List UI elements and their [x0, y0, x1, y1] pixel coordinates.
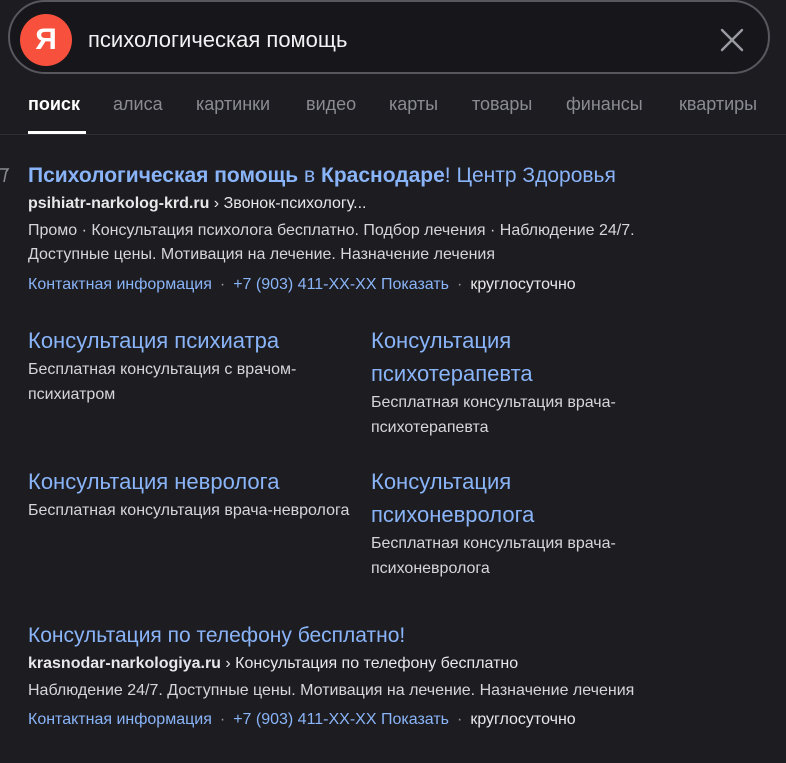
phone-show-link[interactable]: +7 (903) 411-XX-XX Показать — [233, 711, 449, 728]
result-domain-link[interactable]: psihiatr-narkolog-krd.ru — [28, 195, 209, 212]
result-description-line1: Промо · Консультация психолога бесплатно… — [28, 222, 635, 239]
close-icon — [720, 28, 744, 52]
contact-info-link[interactable]: Контактная информация — [28, 276, 212, 293]
contact-info-link[interactable]: Контактная информация — [28, 711, 212, 728]
separator-dot: · — [219, 711, 226, 728]
yandex-logo[interactable]: Я — [20, 14, 72, 66]
active-tab-indicator — [28, 131, 86, 134]
separator-dot: · — [456, 711, 463, 728]
sitelink-psychoneurologist: Консультация психоневролога Бесплатная к… — [371, 465, 671, 581]
result-description-line2: Доступные цены. Мотивация на лечение. На… — [28, 246, 496, 263]
search-bar: Я — [8, 0, 770, 74]
search-tabs: поиск алиса картинки видео карты товары … — [0, 88, 786, 135]
result-title-link[interactable]: Психологическая помощь в Краснодаре! Цен… — [28, 164, 616, 188]
tab-images[interactable]: картинки — [196, 94, 270, 115]
result-2-breadcrumb-link[interactable]: › Консультация по телефону бесплатно — [221, 655, 518, 672]
ad-marker-icon — [0, 168, 10, 183]
result-breadcrumb-link[interactable]: › Звонок-психологу... — [209, 195, 367, 212]
tab-products[interactable]: товары — [472, 94, 532, 115]
tab-alice[interactable]: алиса — [113, 94, 163, 115]
result-contact-line: Контактная информация · +7 (903) 411-XX-XX… — [28, 276, 576, 294]
phone-show-link[interactable]: +7 (903) 411-XX-XX Показать — [233, 276, 449, 293]
result-2-domain-link[interactable]: krasnodar-narkologiya.ru — [28, 655, 221, 672]
result-2-url-line: krasnodar-narkologiya.ru › Консультация … — [28, 655, 518, 673]
search-result-2-title-link[interactable]: Консультация по телефону бесплатно! — [28, 624, 405, 648]
result-description: Промо · Консультация психолога бесплатно… — [28, 219, 635, 267]
tab-maps[interactable]: карты — [389, 94, 438, 115]
sitelink-description: Бесплатная консультация врача-невролога — [28, 502, 350, 519]
tab-search[interactable]: поиск — [28, 94, 80, 115]
sitelink-description: Бесплатная консультация с врачом-психиат… — [28, 361, 297, 403]
search-result-1: Психологическая помощь в Краснодаре! Цен… — [28, 164, 616, 188]
sitelink-psychiatrist: Консультация психиатра Бесплатная консул… — [28, 324, 358, 407]
clear-search-button[interactable] — [714, 22, 750, 58]
sitelink-description: Бесплатная консультация врача-психоневро… — [371, 535, 616, 577]
separator-dot: · — [456, 276, 463, 293]
search-input[interactable] — [88, 22, 688, 58]
sitelink-title[interactable]: Консультация психоневролога — [371, 465, 671, 531]
sitelink-psychotherapist: Консультация психотерапевта Бесплатная к… — [371, 324, 671, 440]
result-url-line: psihiatr-narkolog-krd.ru › Звонок-психол… — [28, 195, 366, 213]
result-2-description: Наблюдение 24/7. Доступные цены. Мотивац… — [28, 682, 635, 699]
sitelink-neurologist: Консультация невролога Бесплатная консул… — [28, 465, 358, 523]
title-rest: ! Центр Здоровья — [444, 164, 616, 187]
title-connector: в — [298, 164, 322, 187]
working-hours: круглосуточно — [470, 276, 576, 293]
tab-finance[interactable]: финансы — [566, 94, 643, 115]
title-highlight-2: Краснодаре — [321, 164, 445, 187]
sitelink-title[interactable]: Консультация невролога — [28, 465, 358, 498]
working-hours: круглосуточно — [470, 711, 576, 728]
sitelink-title[interactable]: Консультация психиатра — [28, 324, 358, 357]
tab-video[interactable]: видео — [306, 94, 356, 115]
sitelink-title[interactable]: Консультация психотерапевта — [371, 324, 671, 390]
separator-dot: · — [219, 276, 226, 293]
title-highlight-1: Психологическая помощь — [28, 164, 299, 187]
tab-apartments[interactable]: квартиры — [679, 94, 757, 115]
sitelink-description: Бесплатная консультация врача-психотерап… — [371, 394, 616, 436]
result-2-contact-line: Контактная информация · +7 (903) 411-XX-XX… — [28, 711, 576, 729]
